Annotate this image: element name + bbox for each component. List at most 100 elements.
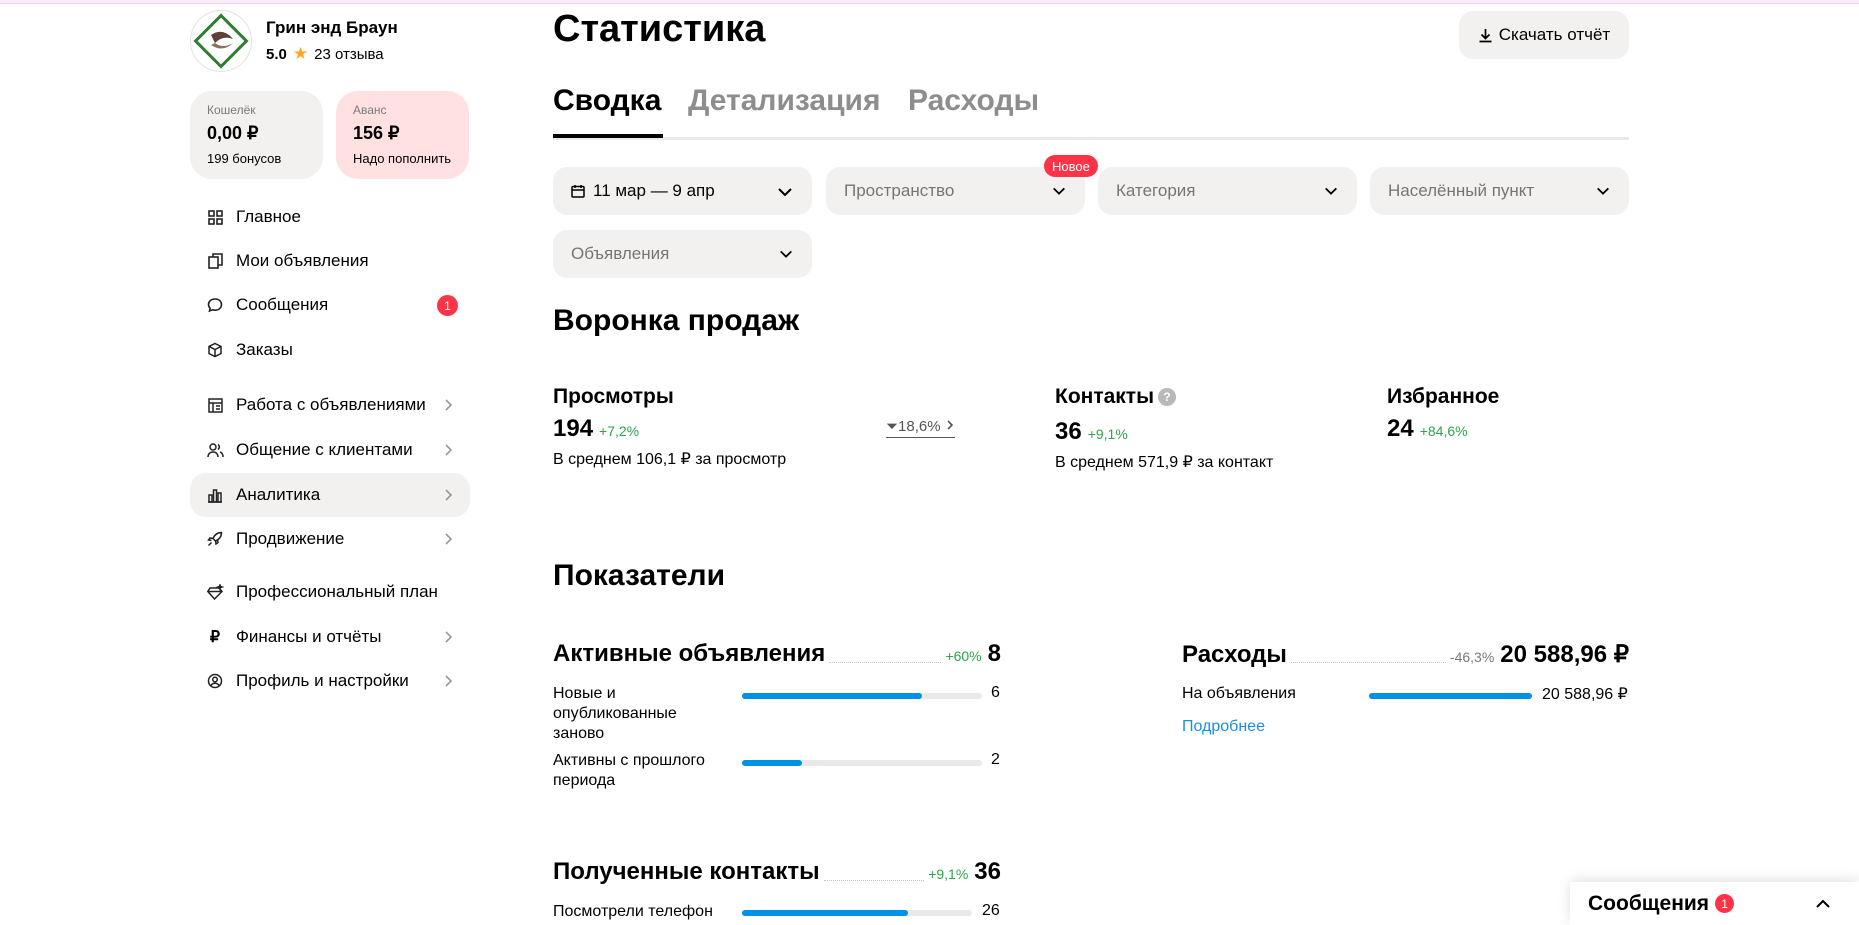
active-ads-new-bar [742, 693, 982, 699]
sidebar-item-my-ads[interactable]: Мои объявления [190, 239, 470, 283]
sidebar-item-label: Продвижение [236, 529, 345, 548]
help-icon[interactable]: ? [1158, 388, 1177, 407]
sidebar-item-label: Аналитика [236, 485, 321, 504]
messenger-badge: 1 [1715, 894, 1735, 913]
sidebar-item-promotion[interactable]: Продвижение [190, 517, 470, 561]
sidebar-item-profile[interactable]: Профиль и настройки [190, 659, 470, 703]
new-feature-badge: Новое [1044, 155, 1098, 177]
active-ads-row-value: 2 [991, 751, 1000, 768]
received-contacts-change: +9,1% [928, 866, 969, 882]
download-report-button[interactable]: Скачать отчёт [1459, 11, 1629, 59]
category-placeholder: Категория [1116, 181, 1196, 200]
active-ads-header: Активные объявления +60% 8 [553, 640, 1001, 670]
tab-bar: Сводка Детализация Расходы [553, 80, 1629, 140]
expenses-row-value: 20 588,96 ₽ [1542, 686, 1628, 703]
conversion-value: 18,6% [898, 418, 941, 435]
active-ads-row-label: Новые и опубликованные заново [553, 685, 677, 742]
sidebar-item-label: Общение с клиентами [236, 440, 413, 459]
date-range-value: 11 мар — 9 апр [593, 181, 715, 200]
sidebar-item-orders[interactable]: Заказы [190, 328, 470, 372]
sidebar-item-main[interactable]: Главное [190, 195, 470, 239]
views-note: В среднем 106,1 ₽ за просмотр [553, 451, 787, 468]
sidebar-item-label: Профессиональный план [236, 582, 438, 601]
user-circle-icon [206, 672, 224, 690]
seller-profile[interactable]: Грин энд Браун 5.0 ★ 23 отзыва [190, 10, 398, 72]
messenger-panel[interactable]: Сообщения 1 [1570, 882, 1859, 925]
download-report-label: Скачать отчёт [1498, 25, 1611, 44]
views-value: 194 [553, 415, 594, 442]
chevron-right-icon [445, 399, 453, 411]
seller-avatar [190, 10, 252, 72]
funnel-heading: Воронка продаж [553, 304, 800, 337]
tab-expenses[interactable]: Расходы [908, 84, 1039, 118]
seller-reviews[interactable]: 23 отзыва [314, 46, 384, 63]
grid-icon [206, 208, 224, 226]
ads-placeholder: Объявления [571, 244, 670, 263]
contacts-value: 36 [1055, 418, 1082, 445]
sidebar-item-label: Работа с объявлениями [236, 395, 426, 414]
sidebar-item-messages[interactable]: Сообщения 1 [190, 283, 470, 327]
active-ads-value: 8 [987, 640, 1001, 667]
sidebar-item-label: Мои объявления [236, 251, 369, 270]
favorites-metric: 24 +84,6% [1387, 415, 1468, 443]
ads-select[interactable]: Объявления [553, 230, 812, 278]
messenger-title: Сообщения [1588, 891, 1710, 915]
calendar-icon [571, 185, 585, 198]
tab-details[interactable]: Детализация [688, 84, 881, 118]
funnel-icon: ⏷ [886, 418, 899, 435]
views-change: +7,2% [599, 423, 640, 439]
users-icon [206, 441, 224, 459]
chevron-down-icon [1053, 187, 1065, 195]
contacts-metric-heading: Контакты? [1055, 385, 1177, 409]
received-contacts-header: Полученные контакты +9,1% 36 [553, 858, 1001, 888]
views-label: Просмотры [553, 385, 674, 408]
space-placeholder: Пространство [844, 181, 955, 200]
advance-card[interactable]: Аванс 156 ₽ Надо пополнить [336, 91, 469, 179]
city-select[interactable]: Населённый пункт [1370, 167, 1629, 215]
chevron-down-icon [778, 188, 792, 197]
wallet-card[interactable]: Кошелёк 0,00 ₽ 199 бонусов [190, 91, 323, 179]
space-select[interactable]: Пространство [826, 167, 1085, 215]
seller-rating: 5.0 [266, 45, 287, 63]
sidebar-item-finance[interactable]: ₽ Финансы и отчёты [190, 615, 470, 659]
active-ads-row-label: Активны с прошлого периода [553, 752, 705, 789]
rocket-icon [206, 530, 224, 548]
sidebar-item-ads-work[interactable]: Работа с объявлениями [190, 383, 470, 427]
active-ads-change: +60% [945, 648, 982, 664]
star-icon: ★ [292, 44, 309, 63]
contacts-metric: 36 +9,1% [1055, 418, 1128, 446]
received-contacts-row-value: 26 [982, 902, 1000, 919]
sidebar-item-label: Финансы и отчёты [236, 627, 382, 646]
active-ads-prev-bar [742, 760, 982, 766]
conversion-link[interactable]: ⏷18,6% [886, 418, 955, 438]
sidebar-item-label: Заказы [236, 340, 293, 359]
messages-count-badge: 1 [437, 295, 458, 316]
chevron-right-icon [445, 444, 453, 456]
wallet-bonuses: 199 бонусов [207, 151, 282, 166]
indicators-heading: Показатели [553, 559, 726, 592]
expenses-value: 20 588,96 ₽ [1500, 641, 1629, 668]
category-select[interactable]: Категория [1098, 167, 1357, 215]
sidebar-item-clients[interactable]: Общение с клиентами [190, 428, 470, 472]
chevron-right-icon [445, 533, 453, 545]
sidebar-item-pro-plan[interactable]: Профессиональный план [190, 570, 470, 614]
contacts-label: Контакты [1055, 385, 1155, 408]
favorites-label: Избранное [1387, 385, 1500, 408]
active-ads-row-value: 6 [991, 684, 1000, 701]
diamond-icon [206, 583, 224, 601]
download-icon [1479, 28, 1492, 42]
chevron-right-icon [445, 675, 453, 687]
wallet-label: Кошелёк [207, 103, 256, 117]
sidebar-item-analytics[interactable]: Аналитика [190, 473, 470, 517]
active-tab-indicator [553, 134, 663, 138]
chevron-down-icon [780, 250, 792, 258]
seller-name: Грин энд Браун [266, 18, 398, 37]
tab-summary[interactable]: Сводка [553, 84, 661, 118]
dotted-leader [823, 879, 925, 881]
date-range-select[interactable]: 11 мар — 9 апр [553, 167, 812, 215]
ruble-icon: ₽ [209, 629, 221, 646]
expenses-more-link[interactable]: Подробнее [1182, 718, 1265, 736]
chevron-right-icon [445, 489, 453, 501]
chevron-up-icon[interactable] [1813, 894, 1833, 914]
bar-fill [742, 760, 802, 766]
